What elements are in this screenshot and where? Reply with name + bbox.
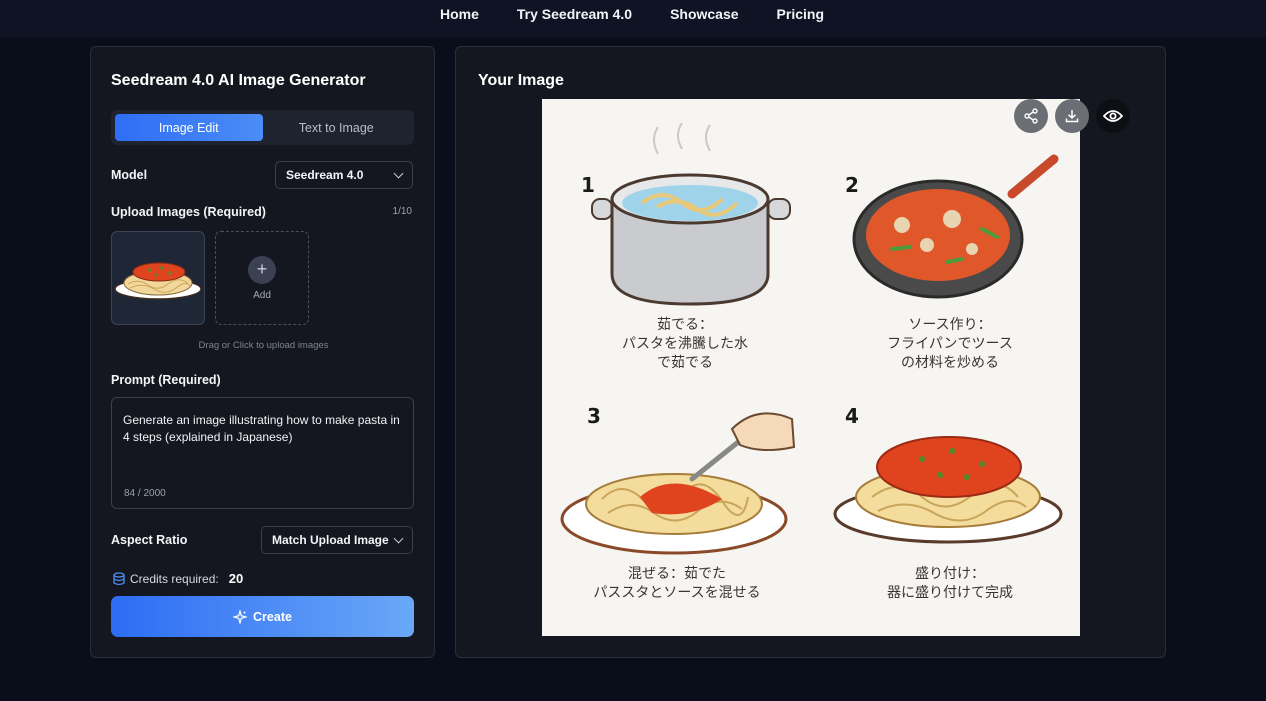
credits-row: Credits required: 20: [113, 571, 243, 586]
share-button[interactable]: [1014, 99, 1048, 133]
nav-try-seedream[interactable]: Try Seedream 4.0: [498, 0, 651, 28]
database-icon: [113, 571, 125, 585]
chevron-down-icon: [393, 168, 404, 178]
step-4-line-1: 盛り付け：: [915, 566, 985, 582]
pasta-thumbnail-icon: [114, 262, 202, 300]
upload-counter: 1/10: [392, 206, 412, 217]
prompt-text: Generate an image illustrating how to ma…: [123, 413, 400, 444]
step-1-line-2: パスタを沸騰した水: [622, 336, 748, 352]
prompt-label: Prompt (Required): [111, 373, 221, 387]
aspect-ratio-value: Match Upload Image: [272, 533, 389, 547]
step-4-caption: 盛り付け： 器に盛り付けて完成: [842, 565, 1058, 603]
step-3-caption: 混ぜる：茹でた パススタとソースを混せる: [557, 565, 797, 603]
sparkle-icon: [233, 609, 248, 624]
pan-illustration: [852, 154, 1059, 299]
result-panel: Your Image 1 2 3 4 茹でる： パスタを沸騰した水 で茹でる ソ…: [455, 46, 1166, 658]
mode-tabs: Image Edit Text to Image: [111, 110, 414, 145]
share-icon: [1024, 108, 1038, 124]
download-button[interactable]: [1055, 99, 1089, 133]
step-2-caption: ソース作り： フライパンでツース の材料を炒める: [842, 316, 1058, 373]
top-nav: Home Try Seedream 4.0 Showcase Pricing: [0, 0, 1266, 37]
plus-icon: +: [248, 255, 276, 284]
preview-button[interactable]: [1096, 99, 1130, 133]
step-2-line-3: の材料を炒める: [901, 355, 999, 371]
generator-title: Seedream 4.0 AI Image Generator: [111, 72, 366, 89]
upload-hint: Drag or Click to upload images: [198, 340, 329, 351]
generated-image[interactable]: 1 2 3 4 茹でる： パスタを沸騰した水 で茹でる ソース作り： フライパン…: [542, 99, 1080, 636]
uploaded-image-thumbnail[interactable]: [111, 231, 205, 325]
pot-illustration: [591, 122, 791, 306]
credits-value: 20: [228, 571, 244, 586]
download-icon: [1065, 110, 1079, 123]
aspect-ratio-select[interactable]: Match Upload Image: [261, 526, 413, 554]
mixing-illustration: [560, 412, 796, 555]
nav-pricing[interactable]: Pricing: [758, 0, 843, 28]
prompt-char-count: 84 / 2000: [124, 488, 166, 499]
tab-image-edit[interactable]: Image Edit: [115, 114, 263, 141]
credits-label: Credits required:: [130, 571, 219, 586]
step-1-line-1: 茹でる：: [657, 317, 713, 333]
step-3-line-1: 混ぜる：茹でた: [628, 566, 726, 582]
upload-label: Upload Images (Required): [111, 205, 266, 219]
create-button[interactable]: Create: [111, 596, 414, 637]
step-2-number: 2: [845, 173, 859, 197]
step-1-number: 1: [581, 173, 595, 197]
aspect-ratio-label: Aspect Ratio: [111, 533, 188, 547]
step-2-line-2: フライパンでツース: [887, 336, 1013, 352]
eye-icon: [1103, 110, 1123, 122]
tab-text-to-image[interactable]: Text to Image: [263, 114, 411, 141]
result-title: Your Image: [478, 72, 564, 89]
step-4-number: 4: [845, 404, 859, 428]
step-1-line-3: で茹でる: [657, 355, 713, 371]
plated-pasta-illustration: [833, 436, 1063, 544]
add-label: Add: [253, 289, 271, 301]
model-select-value: Seedream 4.0: [286, 168, 364, 182]
step-3-number: 3: [587, 404, 601, 428]
step-2-line-1: ソース作り：: [908, 317, 992, 333]
step-1-caption: 茹でる： パスタを沸騰した水 で茹でる: [577, 316, 793, 373]
nav-links: Home Try Seedream 4.0 Showcase Pricing: [421, 6, 843, 28]
create-label: Create: [253, 609, 292, 624]
nav-showcase[interactable]: Showcase: [651, 0, 757, 28]
step-4-line-2: 器に盛り付けて完成: [887, 585, 1013, 601]
generator-panel: Seedream 4.0 AI Image Generator Image Ed…: [90, 46, 435, 658]
chevron-down-icon: [393, 533, 404, 543]
model-select[interactable]: Seedream 4.0: [275, 161, 413, 189]
add-image-button[interactable]: + Add: [215, 231, 309, 325]
model-label: Model: [111, 168, 148, 182]
nav-home[interactable]: Home: [421, 0, 498, 28]
prompt-textarea[interactable]: Generate an image illustrating how to ma…: [111, 397, 414, 509]
step-3-line-2: パススタとソースを混せる: [593, 585, 761, 601]
